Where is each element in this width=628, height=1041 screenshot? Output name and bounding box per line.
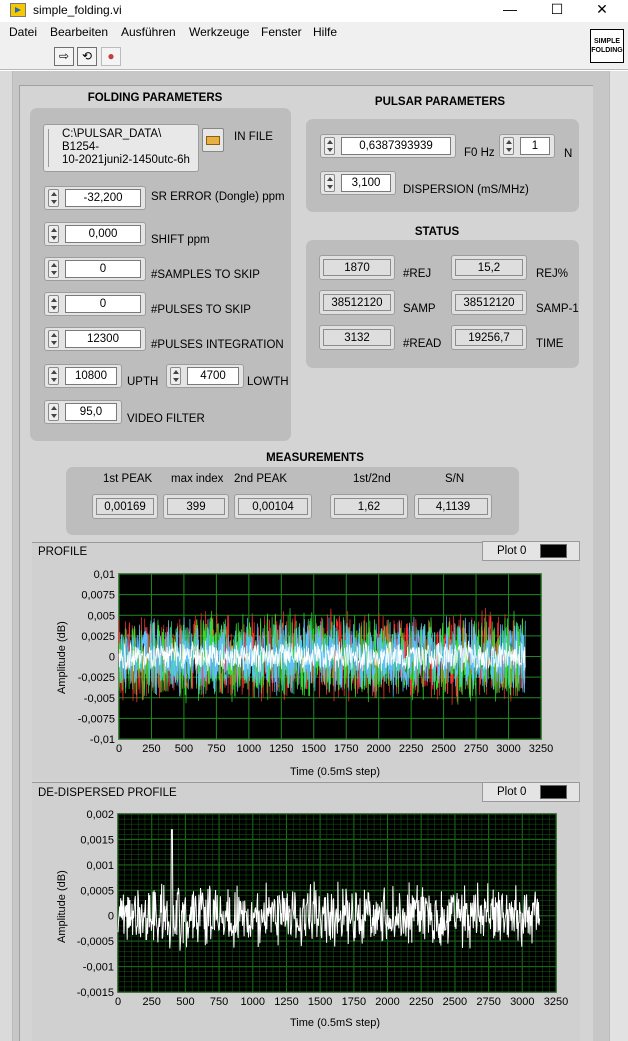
y-tick-label: 0,001 xyxy=(86,860,114,872)
y-tick-label: 0,005 xyxy=(87,610,115,622)
y-tick-label: 0,0015 xyxy=(80,834,114,846)
x-tick-label: 3000 xyxy=(496,743,520,755)
x-tick-label: 500 xyxy=(176,996,194,1008)
x-tick-label: 1500 xyxy=(302,743,326,755)
x-tick-label: 1750 xyxy=(342,996,366,1008)
x-tick-label: 3000 xyxy=(510,996,534,1008)
y-tick-label: 0,0025 xyxy=(81,631,115,643)
x-tick-label: 750 xyxy=(210,996,228,1008)
x-tick-label: 2250 xyxy=(399,743,423,755)
x-tick-label: 2750 xyxy=(464,743,488,755)
x-tick-label: 2000 xyxy=(366,743,390,755)
x-tick-label: 2500 xyxy=(443,996,467,1008)
y-tick-label: -0,005 xyxy=(84,693,115,705)
x-tick-label: 1250 xyxy=(274,996,298,1008)
x-tick-label: 3250 xyxy=(544,996,568,1008)
y-tick-label: 0,0075 xyxy=(81,590,115,602)
x-tick-label: 250 xyxy=(142,743,160,755)
x-tick-label: 1750 xyxy=(334,743,358,755)
y-tick-label: -0,0025 xyxy=(78,672,115,684)
y-tick-label: 0,002 xyxy=(86,809,114,821)
x-tick-label: 3250 xyxy=(529,743,553,755)
x-tick-label: 0 xyxy=(115,996,121,1008)
x-tick-label: 0 xyxy=(116,743,122,755)
x-tick-label: 750 xyxy=(207,743,225,755)
x-tick-label: 1250 xyxy=(269,743,293,755)
y-tick-label: -0,0005 xyxy=(77,936,114,948)
y-tick-label: -0,0015 xyxy=(77,987,114,999)
x-tick-label: 1000 xyxy=(237,743,261,755)
y-tick-label: 0,01 xyxy=(94,569,115,581)
y-tick-label: 0,0005 xyxy=(80,885,114,897)
x-tick-label: 500 xyxy=(175,743,193,755)
x-tick-label: 1500 xyxy=(308,996,332,1008)
x-tick-label: 1000 xyxy=(241,996,265,1008)
x-tick-label: 2500 xyxy=(431,743,455,755)
y-tick-label: 0 xyxy=(109,652,115,664)
y-tick-label: -0,0075 xyxy=(78,713,115,725)
x-tick-label: 2750 xyxy=(476,996,500,1008)
y-tick-label: 0 xyxy=(108,911,114,923)
x-tick-label: 2000 xyxy=(375,996,399,1008)
y-tick-label: -0,001 xyxy=(83,962,114,974)
x-tick-label: 250 xyxy=(143,996,161,1008)
plot-traces: 0 250 500 750 1000 1250 1500 1750 2000 2250 2500 27… xyxy=(77,569,569,1008)
x-tick-label: 2250 xyxy=(409,996,433,1008)
y-tick-label: -0,01 xyxy=(90,734,115,746)
